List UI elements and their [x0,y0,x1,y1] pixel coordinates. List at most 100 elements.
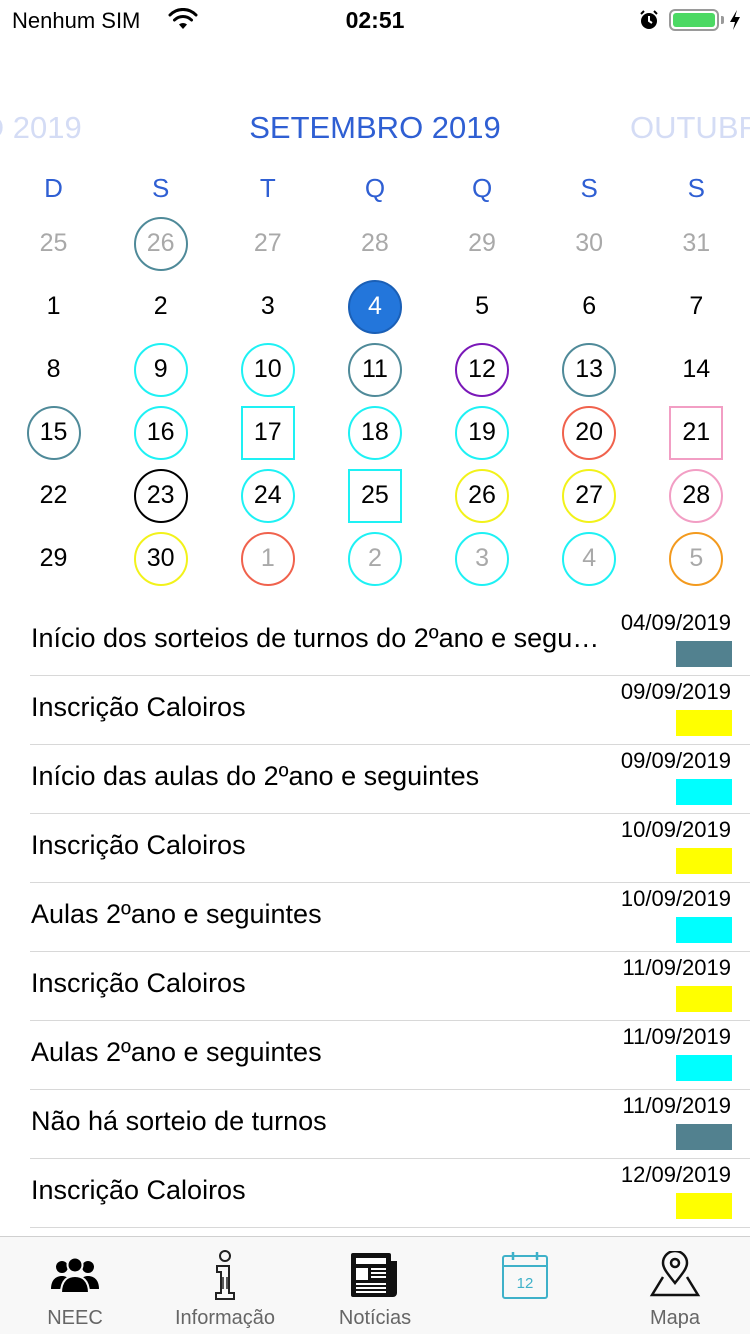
calendar-day-cell[interactable]: 5 [429,275,536,338]
calendar-day-cell[interactable]: 27 [214,212,321,275]
calendar-icon: 12 [495,1247,555,1303]
info-icon [195,1247,255,1303]
calendar-day-cell[interactable]: 31 [643,212,750,275]
calendar-day: 3 [260,292,275,320]
calendar-day-cell[interactable]: 5 [643,527,750,590]
calendar-day: 9 [133,342,188,397]
calendar-day-cell[interactable]: 10 [214,338,321,401]
calendar-day-cell[interactable]: 12 [429,338,536,401]
calendar-day-cell[interactable]: 2 [107,275,214,338]
battery-icon [669,9,719,31]
event-title: Inscrição Caloiros [31,968,246,998]
calendar-day: 1 [46,292,61,320]
calendar-day-cell[interactable]: 23 [107,464,214,527]
event-row[interactable]: Aulas 2ºano e seguintes 10/09/2019 [0,883,750,952]
calendar-day: 7 [689,292,704,320]
calendar-day: 6 [582,292,597,320]
weekday-label: Q [364,173,386,203]
event-category-swatch [676,1055,732,1081]
weekday-label: S [687,173,705,203]
calendar-day: 21 [669,405,724,460]
map-pin-icon [645,1247,705,1303]
alarm-icon [640,10,658,29]
calendar-day-cell[interactable]: 29 [429,212,536,275]
calendar-day-cell[interactable]: 14 [643,338,750,401]
calendar-day-cell[interactable]: 6 [536,275,643,338]
event-row[interactable]: Inscrição Caloiros 11/09/2019 [0,952,750,1021]
calendar-day-cell[interactable]: 2 [321,527,428,590]
calendar-day-cell[interactable]: 13 [536,338,643,401]
tab-noticias[interactable]: Notícias [300,1237,450,1334]
calendar-day-cell[interactable]: 11 [321,338,428,401]
weekday-header: D S T Q Q S S [0,168,750,208]
event-row[interactable]: Inscrição Caloiros 10/09/2019 [0,814,750,883]
calendar-day: 12 [455,342,510,397]
event-title: Aulas 2ºano e seguintes [31,1037,322,1067]
calendar-day-cell[interactable]: 22 [0,464,107,527]
event-date: 11/09/2019 [622,955,731,980]
tab-neec[interactable]: NEEC [0,1237,150,1334]
calendar-day: 5 [669,531,724,586]
tab-neec-label: NEEC [47,1307,103,1329]
tab-mapa[interactable]: Mapa [600,1237,750,1334]
calendar-day-cell[interactable]: 28 [321,212,428,275]
calendar-day-cell[interactable]: 8 [0,338,107,401]
newspaper-icon [345,1247,405,1303]
calendar-day-cell[interactable]: 26 [429,464,536,527]
calendar-day-cell[interactable]: 1 [214,527,321,590]
event-row[interactable]: Início dos sorteios de turnos do 2ºano e… [0,607,750,676]
calendar-day-cell[interactable]: 24 [214,464,321,527]
calendar-day-cell[interactable]: 4 [536,527,643,590]
event-title: Inscrição Caloiros [31,692,246,722]
calendar-day-cell[interactable]: 16 [107,401,214,464]
event-row[interactable]: Início das aulas do 2ºano e seguintes 09/… [0,745,750,814]
calendar-day: 18 [347,405,402,460]
next-month-label[interactable]: OUTUBR [630,110,750,146]
calendar-day: 8 [46,355,61,383]
calendar-day-cell[interactable]: 27 [536,464,643,527]
weekday-label: T [259,173,276,203]
calendar-day-cell[interactable]: 9 [107,338,214,401]
calendar-day-cell[interactable]: 1 [0,275,107,338]
calendar-day: 28 [361,229,389,257]
calendar-day: 16 [133,405,188,460]
event-row[interactable]: Inscrição Caloiros 12/09/2019 [0,1159,750,1228]
event-category-swatch [676,1124,732,1150]
calendar-day-cell[interactable]: 26 [107,212,214,275]
weekday-label: S [580,173,598,203]
calendar-day: 29 [39,544,68,572]
event-row[interactable]: Aulas 2ºano e seguintes 11/09/2019 [0,1021,750,1090]
event-row[interactable]: Não há sorteio de turnos 11/09/2019 [0,1090,750,1159]
calendar-day-cell[interactable]: 25 [321,464,428,527]
tab-bar: NEEC Informação Notícias 12 Mapa [0,1236,750,1334]
calendar-day-cell[interactable]: 29 [0,527,107,590]
calendar-day-cell[interactable]: 17 [214,401,321,464]
event-date: 12/09/2019 [620,1162,731,1187]
calendar-day-cell[interactable]: 3 [429,527,536,590]
event-row[interactable]: Inscrição Caloiros 09/09/2019 [0,676,750,745]
weekday-label: D [44,173,63,203]
event-category-swatch [676,641,732,667]
event-date: 04/09/2019 [620,610,731,635]
calendar-day-cell[interactable]: 18 [321,401,428,464]
calendar-day-cell[interactable]: 30 [107,527,214,590]
calendar-day-cell[interactable]: 15 [0,401,107,464]
people-icon [45,1247,105,1303]
tab-calendario[interactable]: 12 [450,1237,600,1334]
calendar-day: 2 [347,531,402,586]
calendar-day-cell[interactable]: 19 [429,401,536,464]
weekday-label: S [152,173,170,203]
tab-informacao-label: Informação [174,1307,276,1329]
calendar-day-cell[interactable]: 7 [643,275,750,338]
calendar-day-cell[interactable]: 28 [643,464,750,527]
tab-informacao[interactable]: Informação [150,1237,300,1334]
calendar-day-cell[interactable]: 4 [321,275,428,338]
calendar-day-cell[interactable]: 25 [0,212,107,275]
event-list[interactable]: Início dos sorteios de turnos do 2ºano e… [0,607,750,1228]
calendar-day-cell[interactable]: 21 [643,401,750,464]
calendar-grid: 25 26 27 28 29 30 31 1 2 3 4 5 6 7 8 9 10 11 12 13 14 15 16 17 1… [0,212,750,590]
calendar-day-cell[interactable]: 3 [214,275,321,338]
calendar-day: 30 [133,531,188,586]
calendar-day-cell[interactable]: 30 [536,212,643,275]
calendar-day-cell[interactable]: 20 [536,401,643,464]
